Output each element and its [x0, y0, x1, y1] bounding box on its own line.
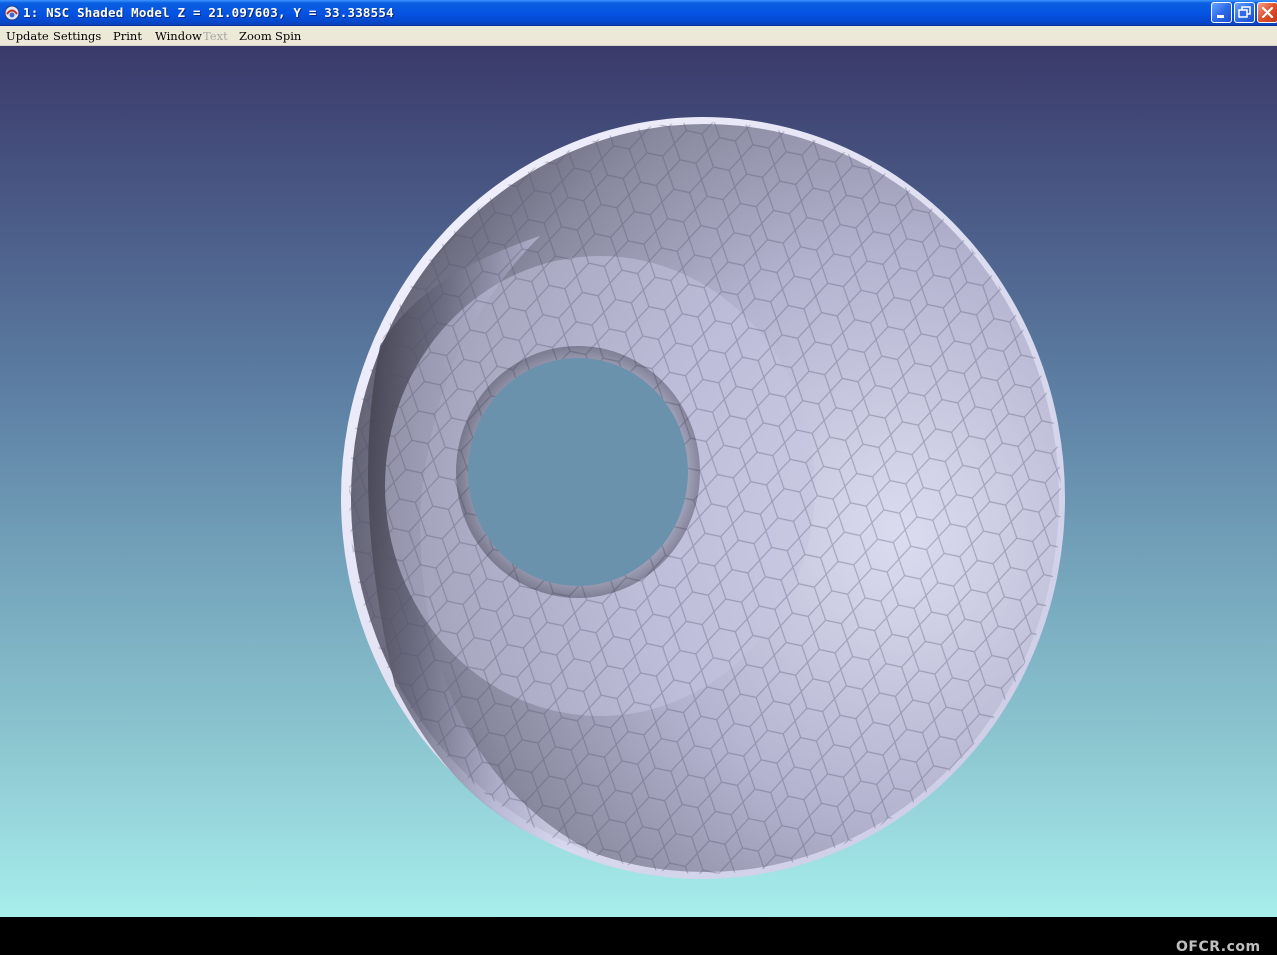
minimize-button[interactable]: [1211, 2, 1232, 23]
center-hole: [468, 358, 688, 586]
window-title: 1: NSC Shaded Model Z = 21.097603, Y = 3…: [23, 5, 394, 20]
menu-text: Text: [203, 29, 228, 43]
title-bar[interactable]: 1: NSC Shaded Model Z = 21.097603, Y = 3…: [0, 0, 1277, 26]
app-icon[interactable]: [4, 5, 20, 21]
close-button[interactable]: [1257, 2, 1277, 23]
watermark: OFCR.com: [1176, 939, 1261, 955]
minimize-icon: [1217, 15, 1224, 18]
menu-zoom[interactable]: Zoom: [239, 29, 272, 43]
menu-update[interactable]: Update: [6, 29, 49, 43]
render-viewport[interactable]: OFCR.com: [0, 46, 1277, 955]
menu-window[interactable]: Window: [155, 29, 202, 43]
menu-settings[interactable]: Settings: [53, 29, 101, 43]
restore-button[interactable]: [1234, 2, 1255, 23]
close-icon: [1261, 6, 1274, 19]
menu-spin[interactable]: Spin: [275, 29, 301, 43]
restore-icon: [1238, 6, 1251, 18]
menu-print[interactable]: Print: [113, 29, 142, 43]
menu-bar: Update Settings Print Window Text Zoom S…: [0, 26, 1277, 46]
shaded-model: [0, 46, 1277, 917]
